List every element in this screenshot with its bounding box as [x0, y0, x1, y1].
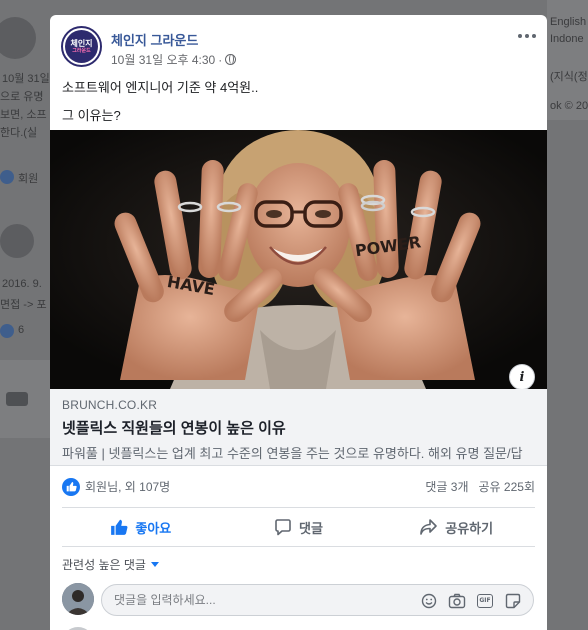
page-logo-subtext: 그라운드 — [72, 48, 91, 54]
background-avatar — [0, 224, 34, 258]
engagement-counts: 댓글 3개 공유 225회 — [425, 478, 535, 495]
reaction-stats: 회원님, 외 107명 댓글 3개 공유 225회 — [62, 466, 535, 508]
page-avatar[interactable]: 체인지 그라운드 — [61, 26, 102, 67]
post-timestamp[interactable]: 10월 31일 오후 4:30 — [111, 51, 215, 68]
comment-sort-dropdown[interactable]: 관련성 높은 댓글 — [62, 556, 159, 573]
post-header: 체인지 그라운드 체인지 그라운드 10월 31일 오후 4:30 · — [50, 15, 547, 77]
background-text: 면접 -> 포 — [0, 299, 47, 311]
comment-button-label: 댓글 — [299, 520, 323, 536]
background-text: Indone — [550, 33, 584, 45]
background-right-column: English Indone (지식(정 ok © 20 — [547, 0, 588, 630]
info-icon[interactable]: i — [509, 364, 535, 389]
comment-sort-label: 관련성 높은 댓글 — [62, 558, 146, 572]
share-arrow-icon — [420, 519, 438, 535]
comment-input-box[interactable]: GIF — [101, 584, 534, 616]
post-card: 체인지 그라운드 체인지 그라운드 10월 31일 오후 4:30 · 소프트웨… — [50, 15, 547, 630]
reaction-count[interactable]: 회원님, 외 107명 — [85, 478, 170, 495]
post-actions: 좋아요 댓글 공유하기 — [62, 508, 535, 547]
camera-icon[interactable] — [448, 592, 466, 609]
comment-input[interactable] — [114, 593, 404, 607]
background-text: 으로 유명 — [0, 91, 44, 103]
background-text: ok © 20 — [550, 100, 588, 112]
background-like-icon — [0, 170, 14, 184]
comment-count[interactable]: 댓글 3개 — [425, 478, 468, 495]
share-button-label: 공유하기 — [445, 520, 494, 536]
more-options-icon[interactable] — [516, 29, 538, 43]
caret-down-icon — [150, 562, 159, 567]
post-meta: 10월 31일 오후 4:30 · — [111, 51, 237, 68]
background-keyboard-icon — [6, 392, 28, 406]
emoji-icon[interactable] — [420, 592, 438, 609]
user-avatar[interactable] — [62, 583, 94, 615]
background-avatar — [0, 17, 36, 59]
background-text: 회원 — [18, 173, 39, 185]
background-text: (지식(정 — [550, 71, 588, 83]
background-text: 6 — [18, 324, 25, 336]
reaction-summary[interactable]: 회원님, 외 107명 — [62, 477, 170, 496]
link-photo: HAVE POWER — [50, 130, 547, 389]
like-button[interactable]: 좋아요 — [62, 508, 220, 546]
meta-separator: · — [218, 52, 223, 67]
page-name-link[interactable]: 체인지 그라운드 — [111, 30, 198, 49]
post-text: 소프트웨어 엔지니어 기준 약 4억원.. 그 이유는? — [62, 77, 258, 133]
comment-button[interactable]: 댓글 — [220, 508, 378, 546]
background-text: 한다.(실 — [0, 127, 38, 139]
globe-icon[interactable] — [225, 54, 237, 65]
link-preview-meta[interactable]: BRUNCH.CO.KR 넷플릭스 직원들의 연봉이 높은 이유 파워풀 | 넷… — [50, 389, 547, 466]
comment-composer: GIF — [62, 583, 535, 616]
post-text-line: 소프트웨어 엔지니어 기준 약 4억원.. — [62, 80, 259, 95]
sticker-icon[interactable] — [504, 592, 522, 609]
background-left-column: 10월 31일 으로 유명 보면, 소프 한다.(실 회원 2016. 9. 면… — [0, 0, 50, 630]
link-description: 파워풀 | 넷플릭스는 업계 최고 수준의 연봉을 주는 것으로 유명하다. 해… — [62, 446, 523, 461]
post-text-line: 그 이유는? — [62, 108, 121, 123]
share-button[interactable]: 공유하기 — [377, 508, 535, 546]
background-like-icon — [0, 324, 14, 338]
background-text: 10월 31일 — [2, 73, 50, 85]
like-button-label: 좋아요 — [135, 520, 172, 536]
page-logo-text: 체인지 — [70, 39, 93, 48]
background-text: 보면, 소프 — [0, 109, 47, 121]
link-title: 넷플릭스 직원들의 연봉이 높은 이유 — [62, 420, 286, 437]
gif-icon[interactable]: GIF — [476, 592, 494, 609]
link-domain: BRUNCH.CO.KR — [62, 398, 158, 412]
background-text: 2016. 9. — [2, 278, 42, 290]
share-count[interactable]: 공유 225회 — [479, 478, 535, 495]
background-text: English — [550, 16, 587, 28]
link-preview-image[interactable]: HAVE POWER i — [50, 130, 547, 389]
like-reaction-icon — [62, 477, 80, 496]
page-logo: 체인지 그라운드 — [65, 30, 98, 63]
comment-bubble-icon — [275, 519, 291, 536]
comment-input-tools: GIF — [420, 592, 522, 609]
thumbs-up-icon — [111, 519, 128, 535]
